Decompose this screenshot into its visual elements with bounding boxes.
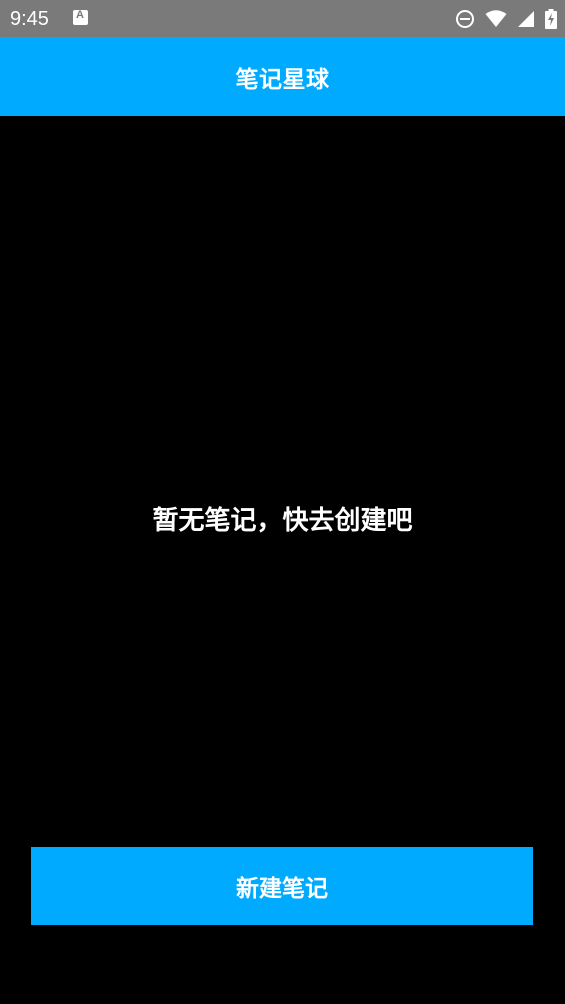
notes-list-area: 暂无笔记，快去创建吧 新建笔记: [0, 116, 565, 1004]
wifi-icon: [485, 10, 507, 27]
app-title: 笔记星球: [235, 66, 330, 93]
empty-state-message: 暂无笔记，快去创建吧: [152, 506, 413, 536]
text-a-icon: A: [73, 9, 88, 25]
status-bar: 9:45 A: [0, 0, 565, 37]
do-not-disturb-icon: [456, 10, 474, 28]
signal-icon: [518, 11, 534, 27]
text-a-icon-letter: A: [76, 9, 84, 21]
app-bar: 笔记星球: [0, 37, 565, 116]
status-time: 9:45: [10, 8, 49, 30]
create-note-button-label: 新建笔记: [236, 875, 328, 901]
create-note-button[interactable]: 新建笔记: [31, 847, 533, 925]
battery-charging-icon: [545, 9, 557, 29]
status-icons: [455, 8, 557, 30]
